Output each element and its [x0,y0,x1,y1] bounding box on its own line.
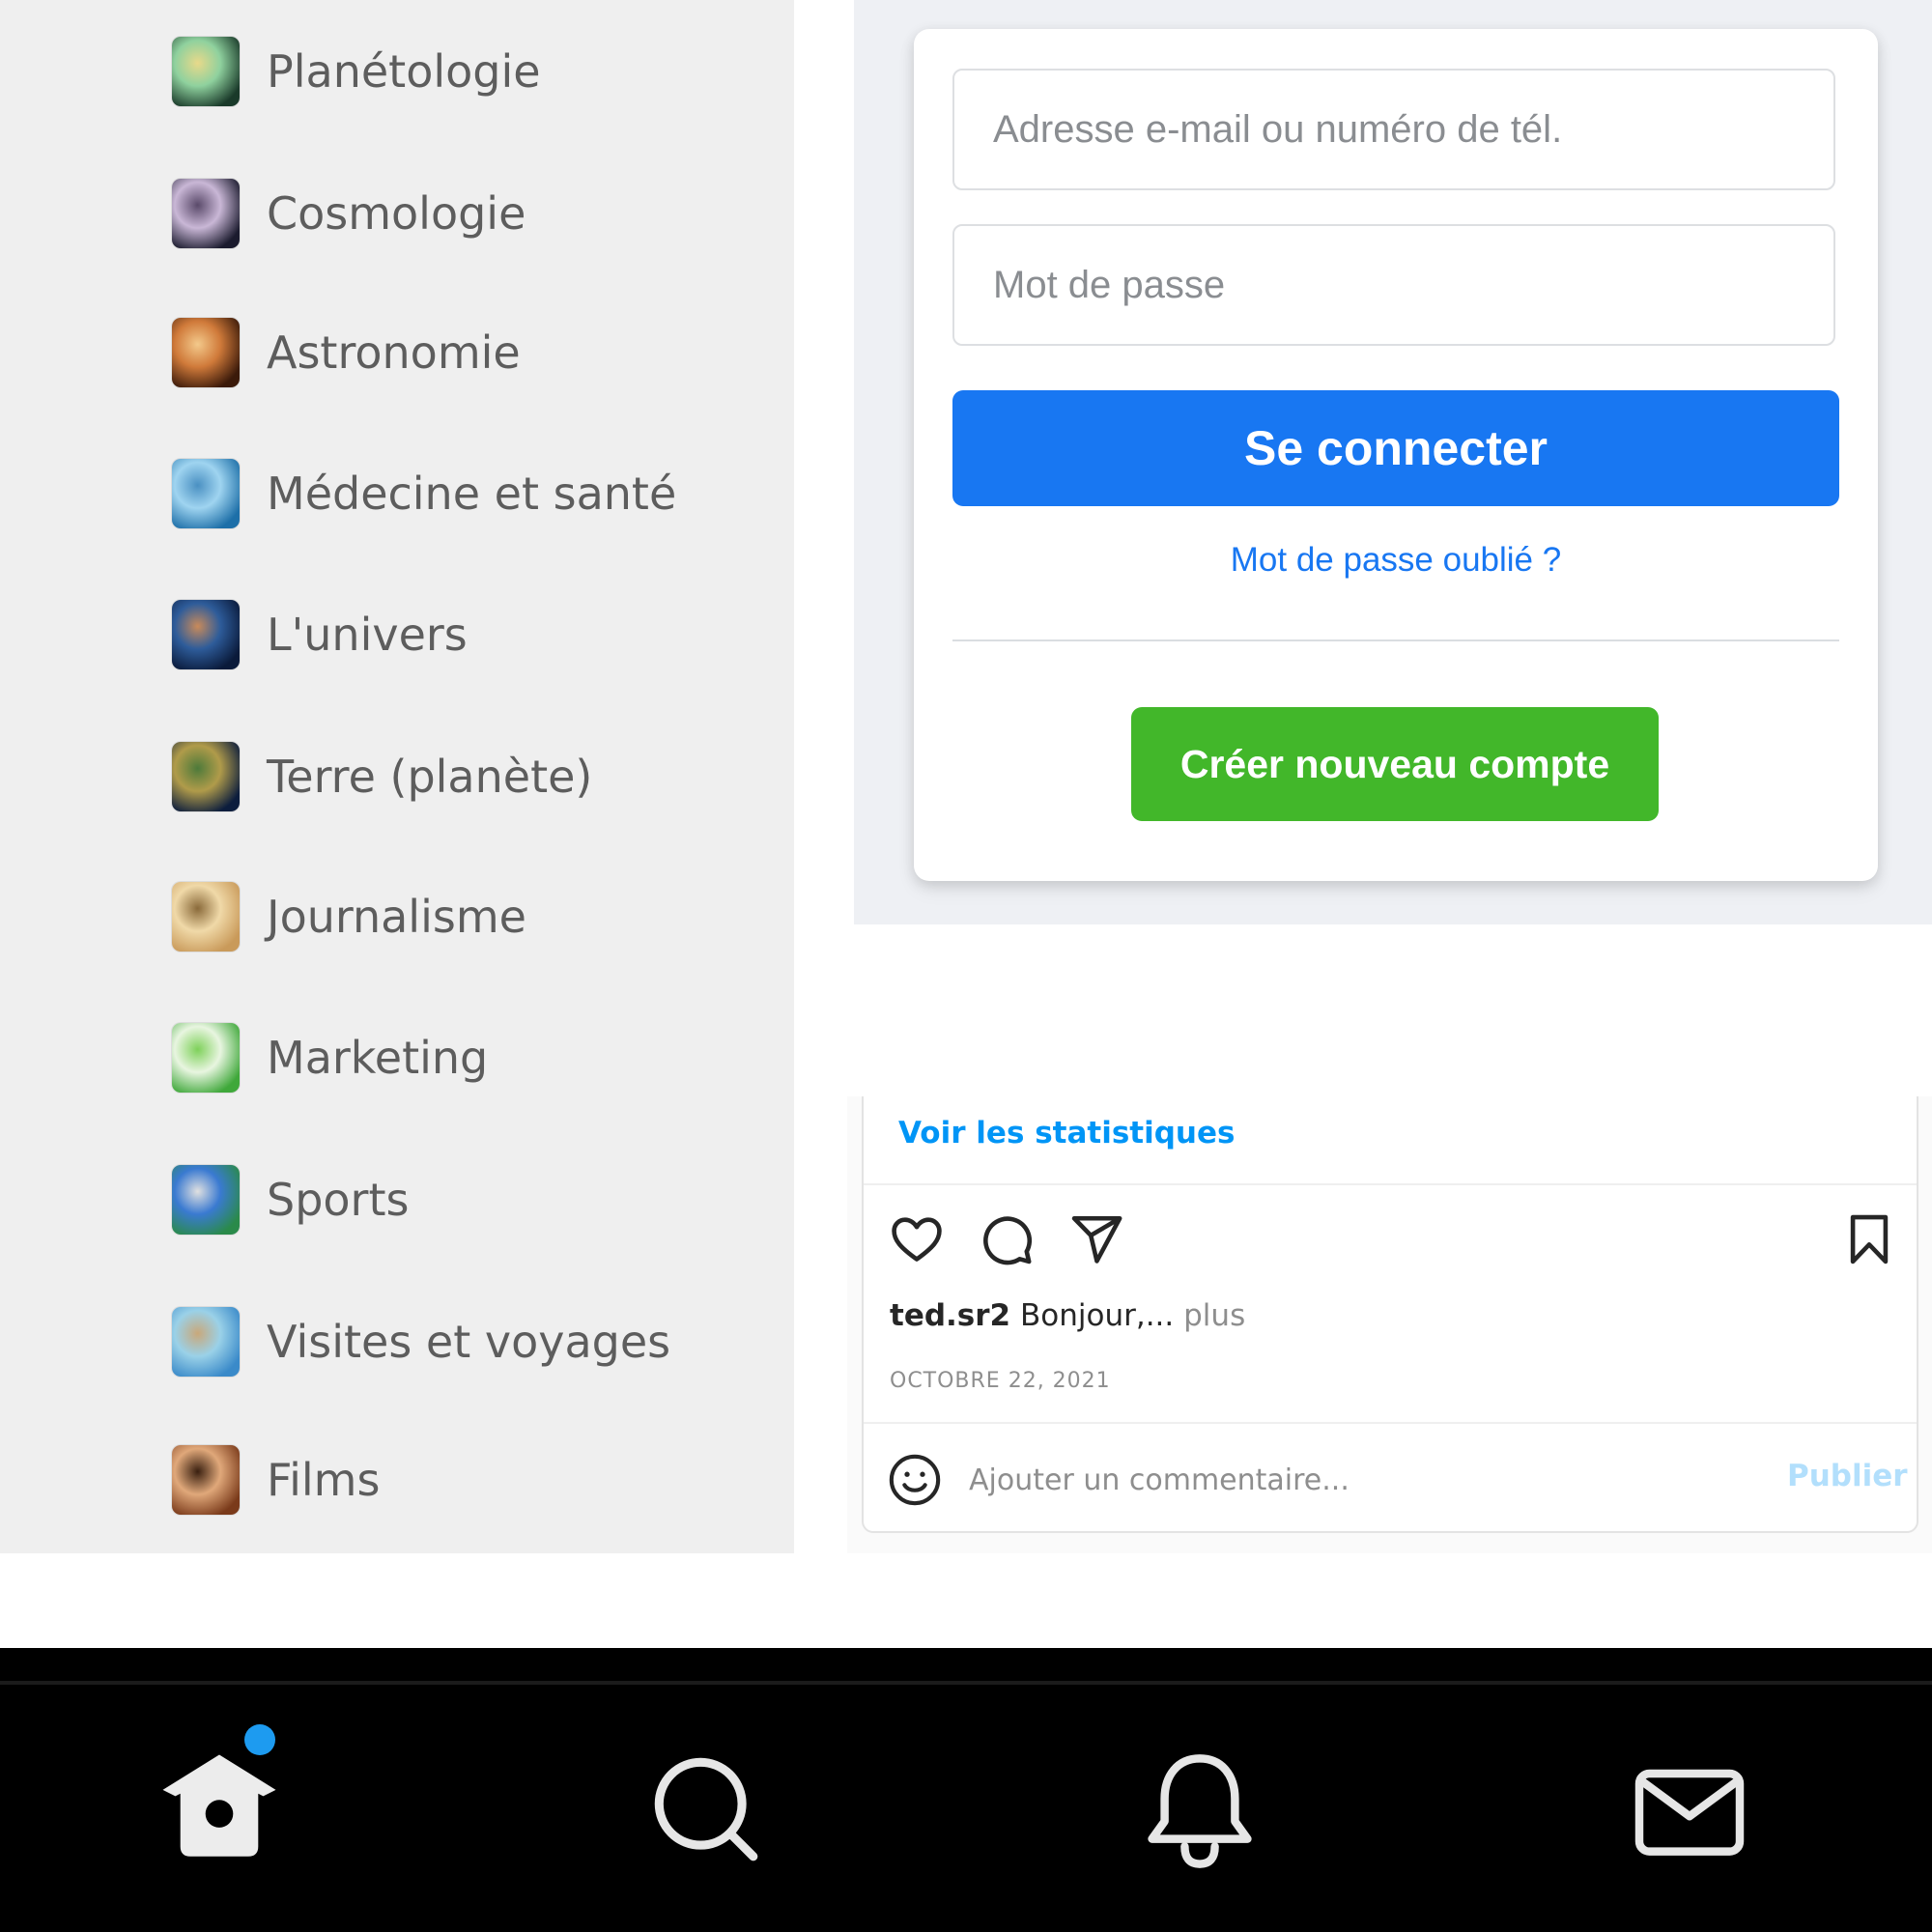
caption-text: Bonjour,... [1019,1298,1175,1333]
email-field[interactable] [952,69,1835,190]
share-icon[interactable] [1068,1211,1124,1267]
topic-label: Planétologie [267,45,541,98]
publish-button[interactable]: Publier [1787,1459,1908,1493]
medicine-thumbnail [172,459,240,528]
galaxy-thumbnail [172,179,240,248]
topic-label: L'univers [267,609,468,661]
bell-icon[interactable] [1137,1748,1263,1874]
topic-item-univers[interactable]: L'univers [172,596,468,673]
mail-icon[interactable] [1627,1748,1752,1874]
topic-label: Cosmologie [267,187,526,240]
universe-thumbnail [172,600,240,669]
topic-label: Films [267,1454,381,1506]
topic-label: Médecine et santé [267,468,677,520]
topic-label: Astronomie [267,327,521,379]
divider [864,1422,1917,1424]
divider [864,1183,1917,1185]
topic-label: Marketing [267,1032,489,1084]
heart-icon[interactable] [889,1211,945,1267]
topic-item-astronomie[interactable]: Astronomie [172,314,521,391]
comment-icon[interactable] [979,1211,1035,1267]
planet-thumbnail [172,37,240,106]
search-icon[interactable] [645,1748,771,1874]
view-stats-link[interactable]: Voir les statistiques [898,1116,1235,1151]
marketing-thumbnail [172,1023,240,1093]
home-icon[interactable] [156,1748,282,1874]
earth-thumbnail [172,742,240,811]
post-date: OCTOBRE 22, 2021 [890,1369,1111,1393]
login-button[interactable]: Se connecter [952,390,1839,506]
topic-label: Journalisme [267,891,526,943]
topic-item-planetologie[interactable]: Planétologie [172,33,541,110]
more-link[interactable]: plus [1183,1298,1245,1333]
divider [0,1681,1932,1685]
topic-item-terre[interactable]: Terre (planète) [172,738,592,815]
astronomy-thumbnail [172,318,240,387]
bookmark-icon[interactable] [1841,1211,1897,1267]
topic-list: Planétologie Cosmologie Astronomie Médec… [0,0,794,1553]
topic-label: Visites et voyages [267,1316,671,1368]
topic-label: Terre (planète) [267,751,593,803]
journalism-thumbnail [172,882,240,952]
topic-item-medecine[interactable]: Médecine et santé [172,455,676,532]
divider [952,639,1839,641]
travel-thumbnail [172,1307,240,1377]
emoji-icon[interactable] [887,1452,943,1508]
film-reel-thumbnail [172,1445,240,1515]
forgot-password-link[interactable]: Mot de passe oublié ? [952,541,1839,580]
password-field[interactable] [952,224,1835,346]
notification-dot [244,1724,275,1755]
post-caption: ted.sr2 Bonjour,... plus [890,1298,1245,1333]
topic-item-cosmologie[interactable]: Cosmologie [172,175,526,252]
topic-item-marketing[interactable]: Marketing [172,1019,488,1096]
topic-item-voyages[interactable]: Visites et voyages [172,1303,670,1380]
topic-item-sports[interactable]: Sports [172,1161,409,1238]
create-account-button[interactable]: Créer nouveau compte [1131,707,1659,821]
topic-item-journalisme[interactable]: Journalisme [172,878,526,955]
topic-label: Sports [267,1174,410,1226]
topic-item-films[interactable]: Films [172,1441,380,1519]
post-username[interactable]: ted.sr2 [890,1298,1010,1333]
sports-thumbnail [172,1165,240,1235]
comment-input[interactable] [969,1455,1732,1505]
